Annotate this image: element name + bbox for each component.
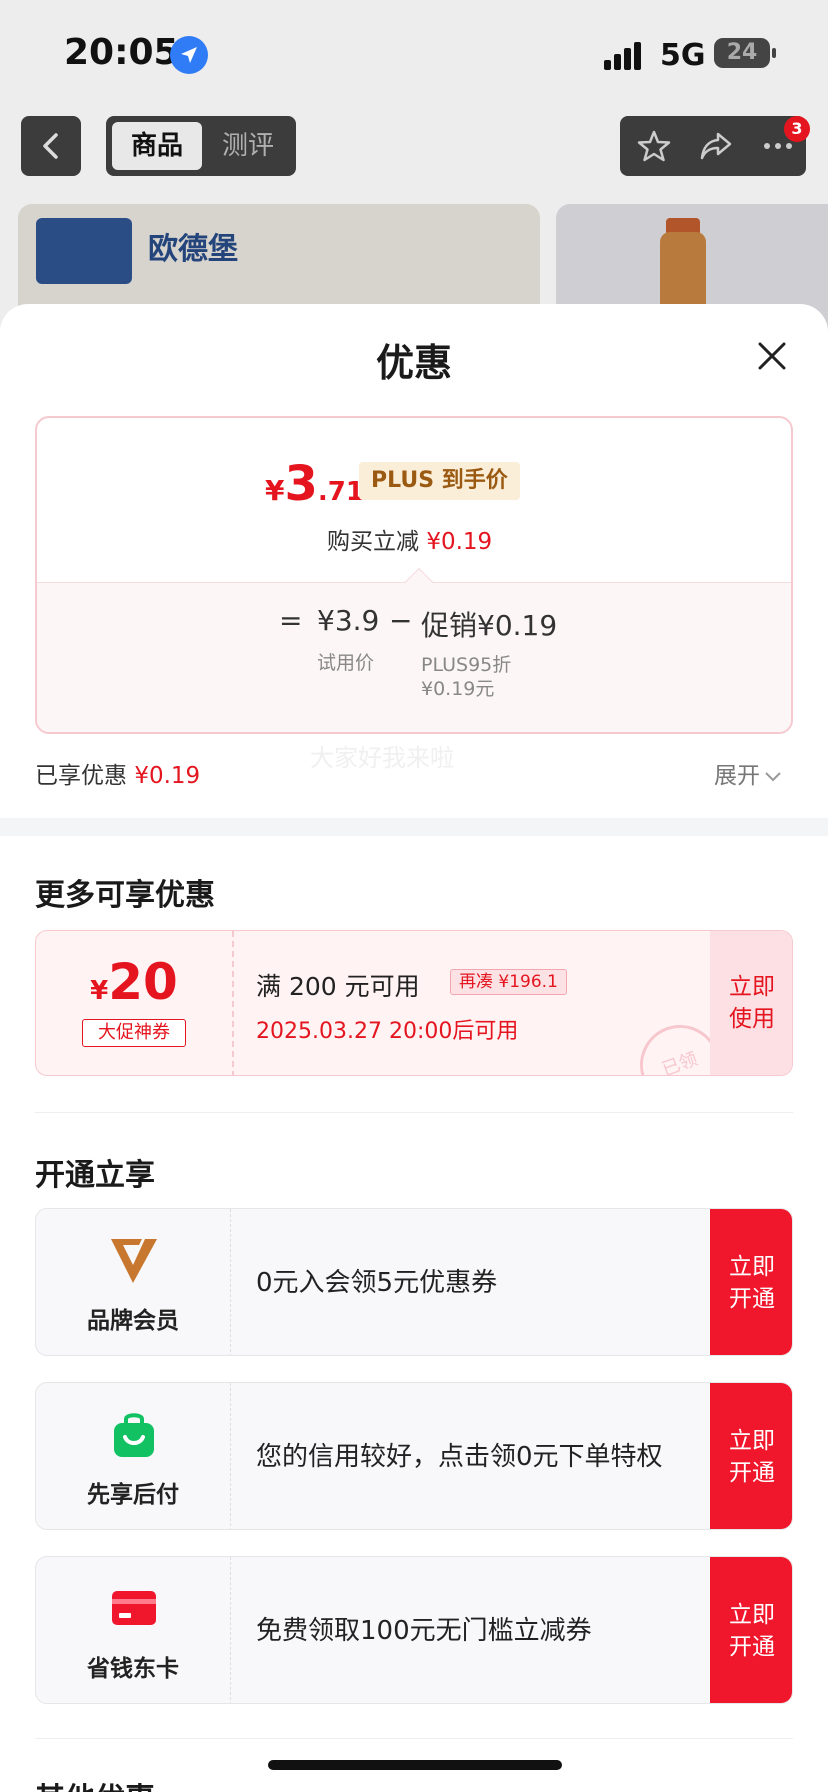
open-brand-member-button[interactable]: 立即 开通	[710, 1209, 792, 1355]
sheet-title: 优惠	[375, 341, 452, 385]
member-divider	[230, 1209, 231, 1355]
price-decimal: .71	[317, 477, 364, 507]
section-divider	[35, 1738, 793, 1739]
brand-logo	[36, 218, 132, 284]
battery-icon: 24	[714, 38, 770, 68]
expand-label: 展开	[714, 763, 760, 789]
network-type: 5G	[660, 38, 706, 73]
member-description: 免费领取100元无门槛立减券	[256, 1616, 592, 1646]
pay-later-card: 先享后付 您的信用较好，点击领0元下单特权 立即开通	[35, 1382, 793, 1530]
coupon-divider	[232, 931, 234, 1075]
coupon-condition: 满 200 元可用	[256, 972, 420, 1001]
action-label-line: 立即	[729, 1428, 775, 1454]
price-breakdown	[37, 582, 791, 732]
final-price: ¥3.71	[265, 456, 364, 512]
action-label-line: 开通	[729, 1460, 775, 1486]
plus-price-badge: PLUS 到手价	[359, 462, 520, 500]
action-label-line: 使用	[729, 1006, 775, 1032]
member-name: 省钱东卡	[87, 1656, 179, 1682]
back-button[interactable]	[21, 116, 81, 176]
coupon-currency: ¥	[90, 976, 109, 1006]
reduce-label: 购买立减	[327, 529, 419, 555]
coupon-value-area: ¥20 大促神券	[36, 931, 232, 1075]
other-discounts-title: 其他优惠	[35, 1774, 155, 1792]
coupon-amount: ¥20	[36, 953, 232, 1011]
coupon-type-tag: 大促神券	[82, 1019, 186, 1047]
action-label-line: 立即	[729, 1602, 775, 1628]
reduce-line: 购买立减 ¥0.19	[327, 522, 492, 556]
watermark-text: 大家好我来啦	[310, 744, 454, 772]
member-name: 先享后付	[87, 1482, 179, 1508]
card-icon	[112, 1591, 156, 1625]
equals-sign: =	[279, 604, 303, 637]
coupon-valid-date: 2025.03.27 20:00后可用	[256, 1019, 519, 1044]
member-icon-area: 省钱东卡	[36, 1557, 230, 1703]
base-price-label: 试用价	[317, 652, 375, 674]
action-label-line: 立即	[729, 1254, 775, 1280]
promo-detail-amount: ¥0.19元	[421, 678, 495, 700]
price-integer: 3	[284, 456, 318, 512]
open-pay-later-button[interactable]: 立即 开通	[710, 1383, 792, 1529]
coupon-remaining-tag: 再凑 ¥196.1	[450, 969, 567, 995]
price-card: ¥3.71 PLUS 到手价 购买立减 ¥0.19 = ¥3.9 试用价 − 促…	[35, 416, 793, 734]
action-label-line: 开通	[729, 1634, 775, 1660]
location-icon	[170, 36, 208, 74]
nav-actions	[620, 116, 806, 176]
star-icon[interactable]	[636, 128, 672, 164]
member-divider	[230, 1383, 231, 1529]
notification-badge: 3	[784, 116, 810, 142]
member-name: 品牌会员	[87, 1308, 179, 1334]
brand-name: 欧德堡	[148, 232, 238, 267]
brand-member-card: 品牌会员 0元入会领5元优惠券 立即开通	[35, 1208, 793, 1356]
member-description: 您的信用较好，点击领0元下单特权	[256, 1442, 663, 1472]
signal-icon	[604, 42, 646, 70]
action-label-line: 开通	[729, 1286, 775, 1312]
close-icon[interactable]	[752, 336, 792, 376]
battery-tip	[772, 48, 776, 58]
background-page: 20:05 5G 24 商品 测评 3 欧德堡	[0, 0, 828, 354]
open-benefits-title: 开通立享	[35, 1158, 155, 1193]
more-discounts-title: 更多可享优惠	[35, 878, 215, 913]
section-gap	[0, 818, 828, 836]
expand-button[interactable]: 展开	[714, 756, 782, 790]
status-bar: 20:05 5G 24	[0, 0, 828, 110]
share-icon[interactable]	[698, 128, 734, 164]
use-coupon-button[interactable]: 立即 使用	[710, 931, 792, 1075]
member-description: 0元入会领5元优惠券	[256, 1268, 498, 1298]
enjoyed-discount: 已享优惠 ¥0.19	[35, 756, 200, 790]
shopping-bag-icon	[114, 1413, 154, 1457]
promo-detail: PLUS95折	[421, 654, 512, 676]
brand-v-icon	[111, 1239, 157, 1283]
status-time: 20:05	[64, 32, 179, 73]
action-label-line: 立即	[729, 974, 775, 1000]
section-divider	[35, 1112, 793, 1113]
home-indicator	[268, 1760, 562, 1770]
member-icon-area: 先享后付	[36, 1383, 230, 1529]
base-price: ¥3.9	[317, 604, 380, 637]
chevron-left-icon	[43, 133, 58, 159]
reduce-value: ¥0.19	[426, 529, 493, 555]
open-savings-card-button[interactable]: 立即 开通	[710, 1557, 792, 1703]
promo-amount: 促销¥0.19	[421, 609, 558, 642]
tab-review[interactable]: 测评	[206, 122, 290, 170]
member-icon-area: 品牌会员	[36, 1209, 230, 1355]
chevron-down-icon	[765, 771, 781, 781]
member-divider	[230, 1557, 231, 1703]
coupon-card: ¥20 大促神券 满 200 元可用 再凑 ¥196.1 2025.03.27 …	[35, 930, 793, 1076]
tab-product[interactable]: 商品	[112, 122, 202, 170]
enjoyed-label: 已享优惠	[35, 763, 127, 789]
discount-sheet: 优惠 ¥3.71 PLUS 到手价 购买立减 ¥0.19 = ¥3.9 试用价 …	[0, 304, 828, 1792]
currency-symbol: ¥	[265, 474, 285, 507]
enjoyed-value: ¥0.19	[134, 763, 201, 789]
coupon-amount-value: 20	[108, 953, 178, 1011]
product-tabs: 商品 测评	[106, 116, 296, 176]
minus-sign: −	[389, 604, 413, 637]
savings-card: 省钱东卡 免费领取100元无门槛立减券 立即开通	[35, 1556, 793, 1704]
